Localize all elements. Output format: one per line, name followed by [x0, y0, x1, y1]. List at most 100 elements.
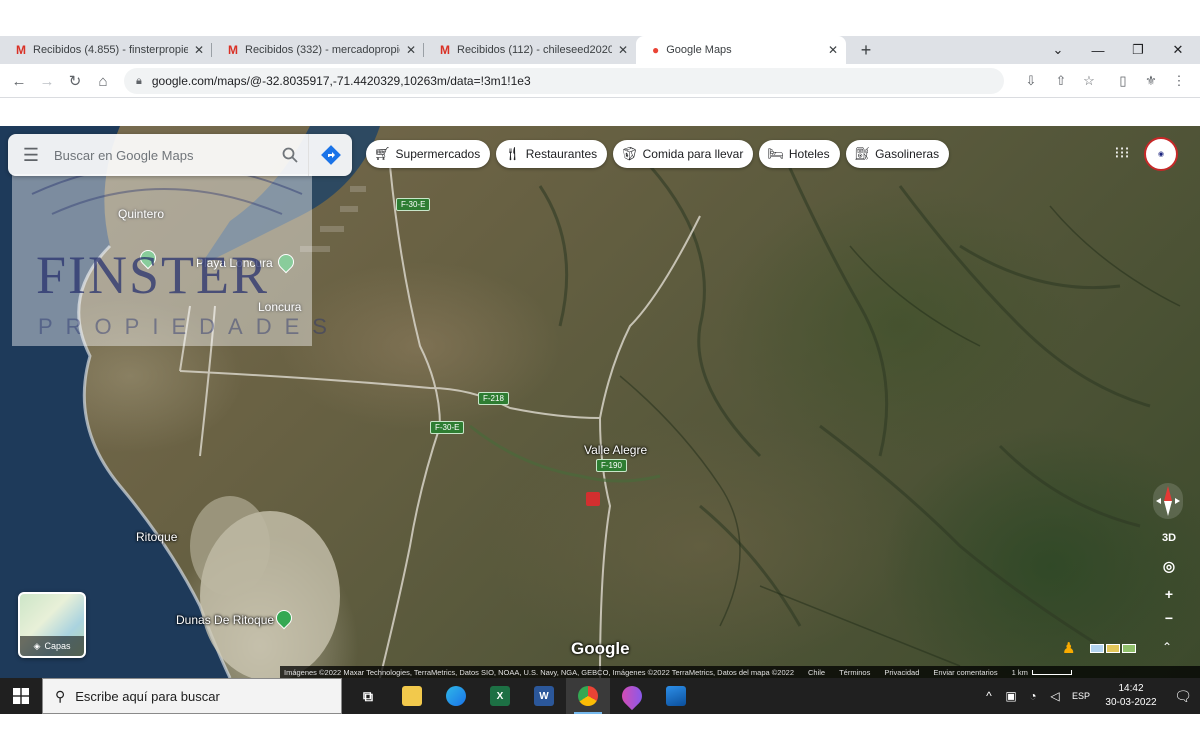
close-tab-icon[interactable]: ✕ — [828, 43, 838, 57]
edge-button[interactable] — [434, 678, 478, 714]
zoom-in-button[interactable]: + — [1157, 582, 1181, 606]
gmail-icon: M — [228, 43, 238, 57]
close-tab-icon[interactable]: ✕ — [618, 43, 628, 57]
terms-link[interactable]: Términos — [839, 668, 870, 677]
toggle-3d-button[interactable]: 3D — [1157, 526, 1181, 550]
windows-start-button[interactable] — [0, 678, 42, 714]
finster-watermark: FINSTER PROPIEDADES — [12, 174, 327, 346]
browser-menu-icon[interactable]: ⋮ — [1170, 72, 1188, 90]
back-arrow-icon[interactable]: ← — [8, 70, 30, 92]
extension-icon[interactable]: ⚜ — [1142, 72, 1160, 90]
imagery-thumbnails[interactable] — [1090, 644, 1136, 653]
minimize-button[interactable]: — — [1078, 36, 1118, 64]
install-app-icon[interactable]: ⇩ — [1022, 72, 1040, 90]
browser-tab-active[interactable]: ● Google Maps ✕ — [636, 36, 846, 64]
taskbar-search-box[interactable]: ⚲ Escribe aquí para buscar — [42, 678, 342, 714]
task-view-icon: ⧉ — [363, 687, 373, 704]
search-icon: ⚲ — [55, 687, 66, 704]
paint-drop-icon — [617, 681, 647, 711]
folder-icon — [402, 686, 422, 706]
address-bar[interactable]: 🔒︎ google.com/maps/@-32.8035917,-71.4420… — [124, 68, 1004, 94]
road-shield: F-30-E — [396, 198, 431, 211]
google-apps-icon[interactable]: ⁝⁝⁝ — [1112, 143, 1132, 163]
reload-icon[interactable]: ↻ — [64, 70, 86, 92]
imagery-thumb[interactable] — [1106, 644, 1120, 653]
side-panel-icon[interactable]: ▯ — [1114, 72, 1132, 90]
close-window-button[interactable]: ✕ — [1158, 36, 1198, 64]
chrome-icon — [578, 686, 598, 706]
google-logo: Google — [571, 639, 630, 658]
account-avatar[interactable]: ◉ — [1144, 137, 1178, 171]
language-indicator[interactable]: ESP — [1066, 691, 1096, 701]
new-tab-button[interactable]: + — [852, 36, 880, 64]
imagery-credits: Imágenes ©2022 Maxar Technologies, Terra… — [284, 667, 794, 677]
chip-restaurantes[interactable]: 🍴︎ Restaurantes — [496, 140, 608, 168]
privacy-link[interactable]: Privacidad — [884, 668, 919, 677]
clock-time: 14:42 — [1118, 683, 1144, 694]
taskbar-clock[interactable]: 14:42 30-03-2022 — [1096, 682, 1166, 710]
file-explorer-button[interactable] — [390, 678, 434, 714]
imagery-thumb[interactable] — [1090, 644, 1104, 653]
chip-label: Restaurantes — [525, 147, 598, 161]
share-icon[interactable]: ⇧ — [1052, 72, 1070, 90]
wifi-icon[interactable]: ◔ — [1022, 689, 1044, 703]
browser-toolbar: ← → ↻ ⌂ 🔒︎ google.com/maps/@-32.8035917,… — [0, 64, 1200, 98]
watermark-subtitle: PROPIEDADES — [38, 314, 340, 339]
photos-icon — [666, 686, 686, 706]
tab-search-icon[interactable]: ⌄ — [1038, 36, 1078, 64]
restore-button[interactable]: ❐ — [1118, 36, 1158, 64]
chrome-button[interactable] — [566, 678, 610, 714]
close-tab-icon[interactable]: ✕ — [194, 43, 204, 57]
word-button[interactable]: W — [522, 678, 566, 714]
paint-button[interactable] — [610, 678, 654, 714]
photos-button[interactable] — [654, 678, 698, 714]
chip-gasolineras[interactable]: ⛽︎ Gasolineras — [845, 140, 950, 168]
search-icon[interactable] — [272, 147, 308, 163]
system-tray: ^ ▣ ◔ ◁ ESP 14:42 30-03-2022 🗨︎ — [978, 678, 1200, 714]
gmail-icon: M — [16, 43, 26, 57]
network-icon[interactable]: ▣ — [1000, 689, 1022, 703]
bookmark-star-icon[interactable]: ☆ — [1080, 72, 1098, 90]
notification-icon[interactable]: 🗨︎ — [1166, 688, 1200, 705]
layers-button[interactable]: ◈ Capas — [18, 592, 86, 658]
compass-control[interactable] — [1153, 483, 1183, 519]
place-label-ritoque[interactable]: Ritoque — [136, 530, 177, 544]
feedback-link[interactable]: Enviar comentarios — [933, 668, 997, 677]
taskbar-search-placeholder: Escribe aquí para buscar — [75, 688, 220, 704]
home-icon[interactable]: ⌂ — [92, 70, 114, 92]
place-label-valle-alegre[interactable]: Valle Alegre — [584, 443, 647, 457]
takeout-icon: 🥡︎ — [621, 146, 638, 161]
close-tab-icon[interactable]: ✕ — [406, 43, 416, 57]
fork-knife-icon: 🍴︎ — [504, 146, 521, 161]
task-view-button[interactable]: ⧉ — [346, 678, 390, 714]
maps-search-input[interactable] — [54, 147, 272, 163]
directions-icon[interactable] — [308, 134, 352, 176]
browser-tab[interactable]: M Recibidos (332) - mercadopropie ✕ — [212, 36, 424, 64]
chip-supermercados[interactable]: 🛒︎ Supermercados — [366, 140, 491, 168]
chip-label: Supermercados — [395, 147, 481, 161]
excel-button[interactable]: X — [478, 678, 522, 714]
pegman-icon[interactable]: ♟ — [1062, 639, 1075, 657]
chip-comida-para-llevar[interactable]: 🥡︎ Comida para llevar — [613, 140, 754, 168]
chip-hoteles[interactable]: 🛏︎ Hoteles — [759, 140, 840, 168]
country-link[interactable]: Chile — [808, 668, 825, 677]
edge-icon — [446, 686, 466, 706]
expand-icon[interactable]: ⌃ — [1162, 640, 1172, 654]
scale-indicator[interactable]: 1 km — [1012, 668, 1072, 677]
imagery-thumb[interactable] — [1122, 644, 1136, 653]
zoom-out-button[interactable]: − — [1157, 606, 1181, 630]
google-maps-icon: ● — [652, 43, 660, 57]
url-text: google.com/maps/@-32.8035917,-71.4420329… — [151, 74, 531, 88]
volume-muted-icon[interactable]: ◁ — [1044, 689, 1066, 703]
layers-text: Capas — [44, 641, 71, 651]
hamburger-menu-icon[interactable]: ☰ — [8, 134, 54, 176]
place-label-dunas-de-ritoque[interactable]: Dunas De Ritoque — [176, 613, 274, 627]
chevron-up-icon[interactable]: ^ — [978, 689, 1000, 703]
browser-tab[interactable]: M Recibidos (4.855) - finsterpropie ✕ — [0, 36, 212, 64]
location-marker[interactable] — [586, 492, 600, 506]
gas-icon: ⛽︎ — [853, 146, 871, 161]
my-location-icon[interactable]: ◎ — [1157, 554, 1181, 578]
word-icon: W — [534, 686, 554, 706]
forward-arrow-icon[interactable]: → — [36, 70, 58, 92]
browser-tab[interactable]: M Recibidos (112) - chileseed2020@ ✕ — [424, 36, 636, 64]
